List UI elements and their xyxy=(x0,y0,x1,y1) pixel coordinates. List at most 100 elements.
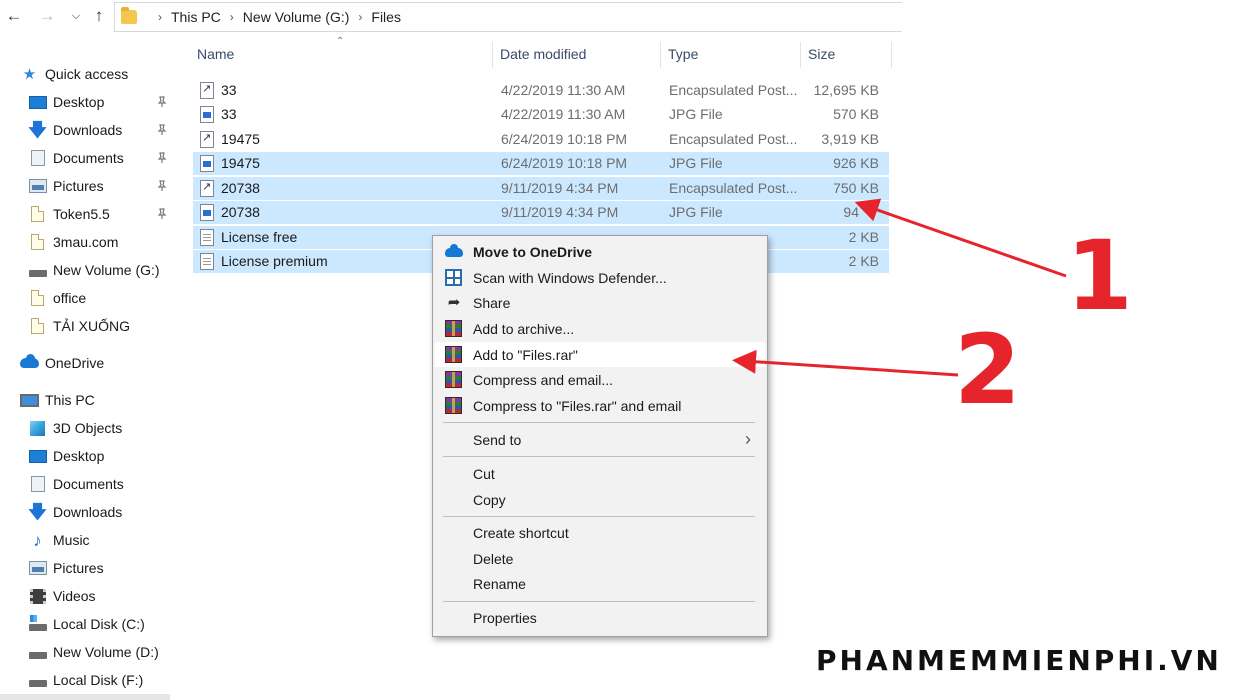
sidebar-item-videos[interactable]: Videos xyxy=(0,584,178,608)
menu-item-label: Share xyxy=(473,295,511,311)
sidebar-item-token55[interactable]: Token5.5 xyxy=(0,202,178,226)
breadcrumb-new-volume-g[interactable]: New Volume (G:) xyxy=(243,9,350,25)
menu-item-compress-to-files-rar-email[interactable]: Compress to "Files.rar" and email xyxy=(435,393,765,418)
sidebar-item-new-volume-g[interactable]: New Volume (G:) xyxy=(0,258,178,282)
sidebar-item-pictures[interactable]: Pictures xyxy=(0,174,178,198)
up-arrow-icon[interactable]: ↑ xyxy=(89,6,109,26)
winrar-icon xyxy=(445,397,463,414)
sidebar-item-this-pc[interactable]: This PC xyxy=(0,388,178,412)
sidebar-item-tai-xuong[interactable]: TẢI XUỐNG xyxy=(0,314,178,338)
sidebar-item-label: Videos xyxy=(53,588,96,604)
column-divider[interactable] xyxy=(891,42,892,68)
pin-icon[interactable] xyxy=(156,96,168,108)
sidebar-scrollbar[interactable] xyxy=(0,694,170,700)
sidebar-item-3mau[interactable]: 3mau.com xyxy=(0,230,178,254)
column-header-size[interactable]: Size xyxy=(808,46,835,68)
file-row-selected[interactable]: 20738 9/11/2019 4:34 PM Encapsulated Pos… xyxy=(193,177,889,200)
file-size: 570 KB xyxy=(833,106,879,122)
menu-item-scan-defender[interactable]: Scan with Windows Defender... xyxy=(435,265,765,290)
menu-item-label: Compress and email... xyxy=(473,372,614,388)
file-name: 33 xyxy=(221,82,237,98)
sidebar-item-new-volume-d[interactable]: New Volume (D:) xyxy=(0,640,178,664)
forward-arrow-icon[interactable]: → xyxy=(37,6,57,26)
file-type: JPG File xyxy=(669,204,723,220)
sidebar-item-onedrive[interactable]: OneDrive xyxy=(0,351,178,375)
sidebar-item-local-disk-c[interactable]: Local Disk (C:) xyxy=(0,612,178,636)
sidebar-item-documents-pc[interactable]: Documents xyxy=(0,472,178,496)
desktop-icon xyxy=(28,448,47,465)
column-divider[interactable] xyxy=(800,42,801,68)
menu-item-label: Add to archive... xyxy=(473,321,575,337)
file-row-selected[interactable]: 19475 6/24/2019 10:18 PM JPG File 926 KB xyxy=(193,152,889,175)
computer-icon xyxy=(20,392,39,409)
recent-locations-chevron-icon[interactable]: ⌵ xyxy=(66,6,86,26)
back-arrow-icon[interactable]: ← xyxy=(4,6,24,26)
sidebar-item-documents[interactable]: Documents xyxy=(0,146,178,170)
sidebar-item-local-disk-f[interactable]: Local Disk (F:) xyxy=(0,668,178,692)
menu-item-add-to-archive[interactable]: Add to archive... xyxy=(435,316,765,341)
column-header-date-modified[interactable]: Date modified xyxy=(500,46,586,68)
file-row[interactable]: 33 4/22/2019 11:30 AM Encapsulated Post.… xyxy=(193,79,889,102)
sidebar-item-office[interactable]: office xyxy=(0,286,178,310)
menu-item-properties[interactable]: Properties xyxy=(435,605,765,630)
pin-icon[interactable] xyxy=(156,152,168,164)
column-divider[interactable] xyxy=(492,42,493,68)
sidebar-item-desktop-pc[interactable]: Desktop xyxy=(0,444,178,468)
sidebar-item-desktop[interactable]: Desktop xyxy=(0,90,178,114)
sidebar-item-3d-objects[interactable]: 3D Objects xyxy=(0,416,178,440)
pin-icon[interactable] xyxy=(156,180,168,192)
column-divider[interactable] xyxy=(660,42,661,68)
sidebar-item-downloads-pc[interactable]: 🡇 Downloads xyxy=(0,500,178,524)
file-size: 3,919 KB xyxy=(821,131,879,147)
menu-item-compress-and-email[interactable]: Compress and email... xyxy=(435,367,765,392)
menu-item-label: Send to xyxy=(473,432,522,448)
onedrive-icon xyxy=(20,354,39,372)
drive-icon xyxy=(28,644,47,661)
menu-item-copy[interactable]: Copy xyxy=(435,487,765,512)
file-row-selected[interactable]: 20738 9/11/2019 4:34 PM JPG File 94 xyxy=(193,201,889,224)
sidebar-item-quick-access[interactable]: ★ Quick access xyxy=(0,62,178,86)
menu-item-send-to[interactable]: Send to › xyxy=(435,427,765,452)
menu-item-label: Compress to "Files.rar" and email xyxy=(473,398,682,414)
breadcrumb-chevron-icon[interactable]: › xyxy=(358,10,362,24)
menu-separator xyxy=(443,422,755,423)
column-header-name[interactable]: Name xyxy=(197,46,234,68)
menu-item-add-to-files-rar[interactable]: Add to "Files.rar" xyxy=(435,342,765,367)
file-row[interactable]: 33 4/22/2019 11:30 AM JPG File 570 KB xyxy=(193,103,889,126)
breadcrumb-files[interactable]: Files xyxy=(371,9,401,25)
menu-item-share[interactable]: ➦ Share xyxy=(435,290,765,315)
share-icon: ➦ xyxy=(447,294,461,311)
music-note-icon: ♪ xyxy=(33,530,42,550)
file-size: 926 KB xyxy=(833,155,879,171)
onedrive-icon xyxy=(445,243,463,260)
menu-item-create-shortcut[interactable]: Create shortcut xyxy=(435,520,765,545)
pin-icon[interactable] xyxy=(156,124,168,136)
menu-item-delete[interactable]: Delete xyxy=(435,546,765,571)
breadcrumb[interactable]: › This PC › New Volume (G:) › Files xyxy=(114,2,902,32)
file-name: 20738 xyxy=(221,204,260,220)
sidebar-item-downloads[interactable]: 🡇 Downloads xyxy=(0,118,178,142)
jpg-file-icon xyxy=(200,106,214,123)
file-date-modified: 6/24/2019 10:18 PM xyxy=(501,131,628,147)
breadcrumb-chevron-icon[interactable]: › xyxy=(230,10,234,24)
sidebar-item-music[interactable]: ♪ Music xyxy=(0,528,178,552)
menu-item-move-to-onedrive[interactable]: Move to OneDrive xyxy=(435,239,765,264)
breadcrumb-this-pc[interactable]: This PC xyxy=(171,9,221,25)
pin-icon[interactable] xyxy=(156,208,168,220)
sidebar-item-pictures-pc[interactable]: Pictures xyxy=(0,556,178,580)
sidebar-item-label: 3mau.com xyxy=(53,234,119,250)
menu-item-rename[interactable]: Rename xyxy=(435,571,765,596)
sidebar-item-label: OneDrive xyxy=(45,355,105,371)
menu-item-label: Cut xyxy=(473,466,495,482)
3d-objects-icon xyxy=(28,420,47,437)
menu-item-label: Move to OneDrive xyxy=(473,244,593,260)
jpg-file-icon xyxy=(200,204,214,221)
file-size: 750 KB xyxy=(833,180,879,196)
sidebar-item-label: Desktop xyxy=(53,94,105,110)
eps-file-icon xyxy=(200,131,214,148)
file-row[interactable]: 19475 6/24/2019 10:18 PM Encapsulated Po… xyxy=(193,128,889,151)
breadcrumb-chevron-icon[interactable]: › xyxy=(158,10,162,24)
menu-item-cut[interactable]: Cut xyxy=(435,461,765,486)
menu-item-label: Add to "Files.rar" xyxy=(473,347,578,363)
column-header-type[interactable]: Type xyxy=(668,46,698,68)
